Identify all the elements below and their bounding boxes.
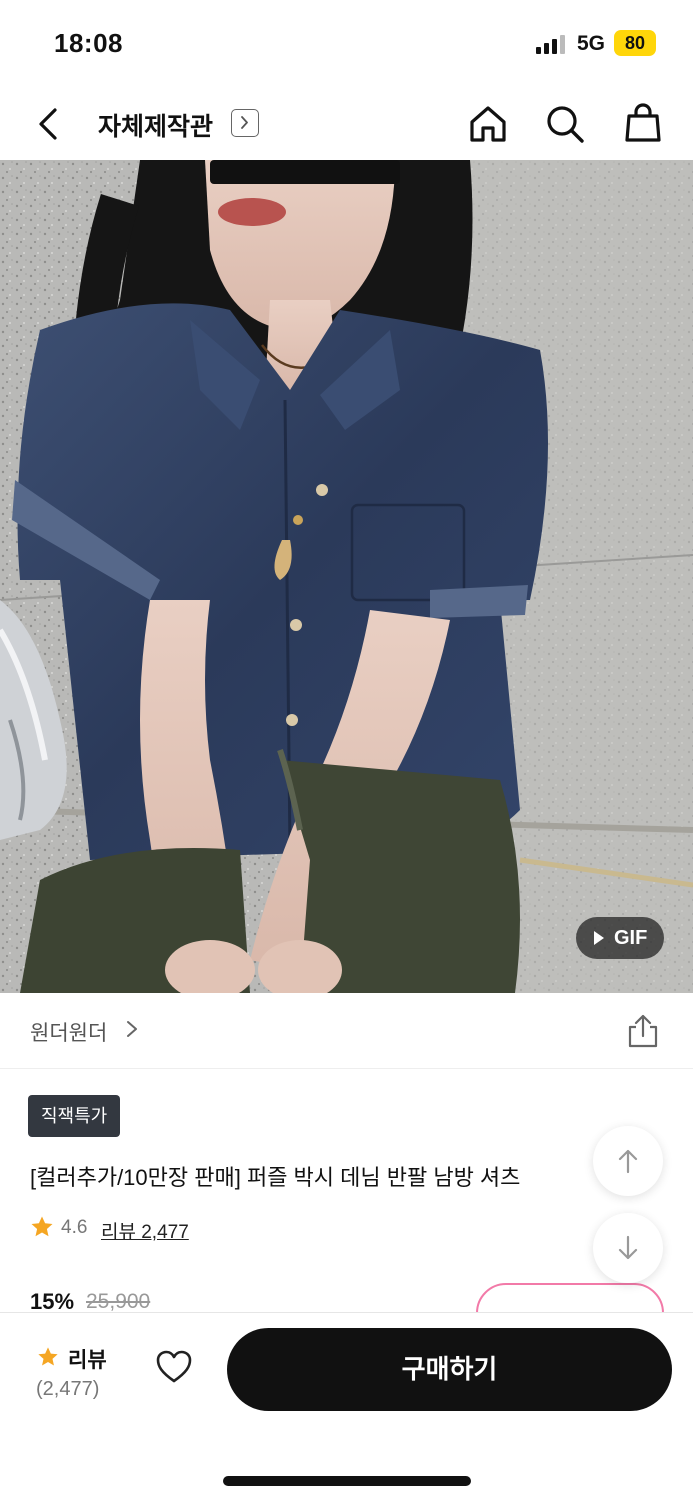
arrow-down-icon: [618, 1235, 638, 1260]
brand-link[interactable]: 원더원더: [30, 1017, 107, 1047]
star-icon: [31, 1216, 53, 1237]
share-button[interactable]: [625, 1013, 661, 1049]
battery-icon: 80: [614, 30, 656, 56]
scroll-bottom-button[interactable]: [593, 1213, 663, 1283]
page-title[interactable]: 자체제작관: [98, 107, 213, 143]
search-icon: [547, 106, 584, 143]
gif-label: GIF: [614, 927, 648, 949]
review-label: 리뷰: [68, 1349, 107, 1372]
search-button[interactable]: [543, 102, 587, 146]
status-bar: 18:08 5G 80: [0, 0, 693, 88]
share-icon: [628, 1014, 658, 1048]
review-button[interactable]: 리뷰 (2,477): [30, 1338, 120, 1408]
promo-badge: 직잭특가: [28, 1095, 121, 1137]
signal-icon: [536, 34, 568, 54]
bottom-action-bar: 리뷰 (2,477) 구매하기: [0, 1312, 693, 1500]
product-image[interactable]: [0, 160, 693, 993]
brand-row: 원더원더: [0, 993, 693, 1069]
buy-button[interactable]: 구매하기: [227, 1328, 672, 1411]
star-icon: [38, 1347, 58, 1366]
title-chevron-icon[interactable]: [231, 109, 259, 137]
back-button[interactable]: [28, 102, 72, 146]
home-button[interactable]: [466, 102, 510, 146]
like-button[interactable]: [155, 1349, 193, 1385]
cart-button[interactable]: [621, 100, 665, 144]
heart-icon: [156, 1350, 192, 1383]
back-icon: [39, 108, 57, 140]
review-count: (2,477): [36, 1378, 100, 1400]
nav-bar: 자체제작관: [0, 88, 693, 160]
original-price: 25,900: [86, 1290, 151, 1313]
gif-badge[interactable]: GIF: [576, 917, 664, 959]
play-icon: [594, 931, 604, 945]
shopping-bag-icon: [625, 103, 661, 142]
scroll-top-button[interactable]: [593, 1126, 663, 1196]
home-indicator: [223, 1476, 471, 1486]
product-title: [컬러추가/10만장 판매] 퍼즐 박시 데님 반팔 남방 셔츠: [30, 1165, 521, 1190]
rating-value: 4.6: [61, 1217, 88, 1238]
network-label: 5G: [577, 32, 606, 55]
chevron-right-icon: [127, 1021, 137, 1037]
status-time: 18:08: [54, 28, 123, 58]
review-count-link[interactable]: 리뷰 2,477: [101, 1217, 189, 1244]
home-icon: [470, 106, 506, 142]
arrow-up-icon: [618, 1149, 638, 1174]
